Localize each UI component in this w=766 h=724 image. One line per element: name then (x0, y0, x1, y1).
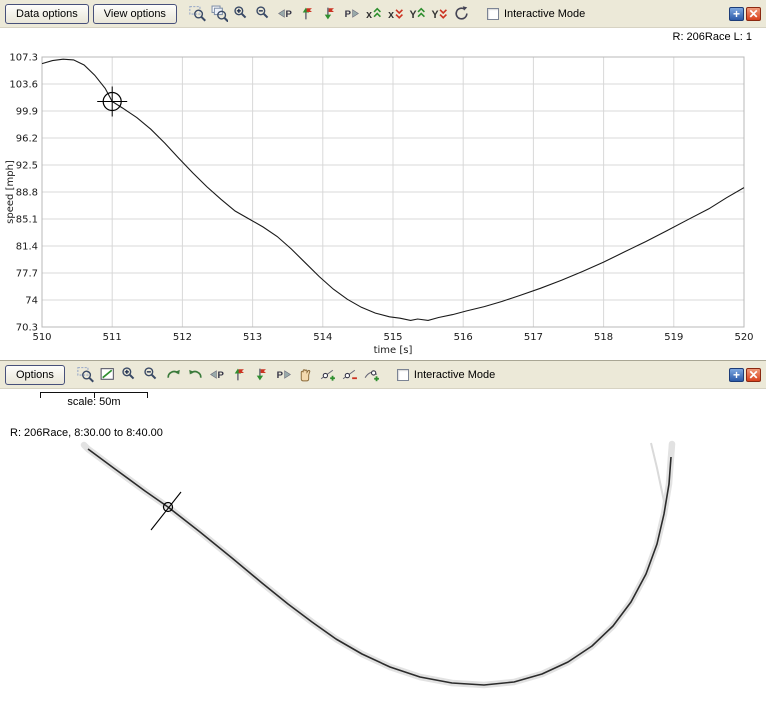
svg-text:512: 512 (173, 332, 192, 343)
svg-text:81.4: 81.4 (16, 242, 38, 253)
svg-text:511: 511 (103, 332, 122, 343)
close-button[interactable]: ✕ (746, 368, 761, 382)
interactive-mode-checkbox[interactable] (397, 369, 409, 381)
interactive-mode-label: Interactive Mode (504, 8, 585, 20)
svg-text:514: 514 (313, 332, 332, 343)
reset-rotate-icon[interactable] (452, 4, 471, 23)
select-area-icon[interactable] (98, 365, 117, 384)
window-controls: + ✕ (729, 7, 761, 21)
marker-start-icon[interactable] (230, 365, 249, 384)
svg-text:P: P (217, 370, 224, 381)
svg-text:time [s]: time [s] (374, 345, 413, 356)
y-axis-shrink-icon[interactable]: Y (430, 4, 449, 23)
interactive-mode-group: Interactive Mode (397, 369, 495, 381)
marker-start-icon[interactable] (298, 4, 317, 23)
x-axis-expand-icon[interactable]: x (364, 4, 383, 23)
svg-text:Y: Y (431, 9, 438, 21)
svg-text:88.8: 88.8 (16, 188, 38, 199)
svg-text:99.9: 99.9 (16, 107, 38, 118)
svg-text:x: x (388, 9, 394, 21)
map-toolbar-icons: PP (76, 365, 381, 384)
close-button[interactable]: ✕ (746, 7, 761, 21)
svg-text:515: 515 (383, 332, 402, 343)
zoom-in-icon[interactable] (120, 365, 139, 384)
zoom-out-icon[interactable] (254, 4, 273, 23)
svg-text:74: 74 (25, 296, 38, 307)
goto-next-lap-icon[interactable]: P (342, 4, 361, 23)
chart-toolbar-icons: P Px x Y Y (188, 4, 471, 23)
view-options-button[interactable]: View options (93, 4, 177, 24)
goto-next-lap-icon[interactable]: P (274, 365, 293, 384)
zoom-out-icon[interactable] (142, 365, 161, 384)
svg-text:Y: Y (409, 9, 416, 21)
interactive-mode-group: Interactive Mode (487, 8, 585, 20)
goto-previous-lap-icon[interactable]: P (208, 365, 227, 384)
add-node-icon[interactable] (318, 365, 337, 384)
zoom-region-icon[interactable] (188, 4, 207, 23)
svg-text:96.2: 96.2 (16, 134, 38, 145)
window-controls: + ✕ (729, 368, 761, 382)
interactive-mode-label: Interactive Mode (414, 369, 495, 381)
svg-text:107.3: 107.3 (9, 53, 38, 64)
chart-panel: Data options View options P Px x Y Y Interac… (0, 0, 766, 360)
y-axis-expand-icon[interactable]: Y (408, 4, 427, 23)
zoom-in-icon[interactable] (232, 4, 251, 23)
chart-toolbar: Data options View options P Px x Y Y Interac… (0, 0, 766, 28)
svg-text:103.6: 103.6 (9, 80, 38, 91)
interactive-mode-checkbox[interactable] (487, 8, 499, 20)
svg-text:519: 519 (664, 332, 683, 343)
svg-text:92.5: 92.5 (16, 161, 38, 172)
svg-text:77.7: 77.7 (16, 269, 38, 280)
svg-text:P: P (277, 370, 284, 381)
svg-text:P: P (285, 9, 292, 20)
rotate-cw-icon[interactable] (164, 365, 183, 384)
svg-text:518: 518 (594, 332, 613, 343)
remove-node-icon[interactable] (340, 365, 359, 384)
svg-text:x: x (366, 9, 372, 21)
dock-button[interactable]: + (729, 7, 744, 21)
data-options-button[interactable]: Data options (5, 4, 89, 24)
scale-bar: scale: 50m (40, 392, 148, 408)
marker-end-icon[interactable] (320, 4, 339, 23)
run-lap-info-label: R: 206Race L: 1 (673, 31, 753, 43)
dock-button[interactable]: + (729, 368, 744, 382)
marker-end-icon[interactable] (252, 365, 271, 384)
svg-text:520: 520 (734, 332, 753, 343)
run-range-info-label: R: 206Race, 8:30.00 to 8:40.00 (10, 427, 163, 439)
zoom-window-icon[interactable] (210, 4, 229, 23)
map-panel: Options PP Interactive Mode + ✕ scale: 5… (0, 360, 766, 723)
add-node-alt-icon[interactable] (362, 365, 381, 384)
zoom-region-icon[interactable] (76, 365, 95, 384)
svg-text:P: P (345, 9, 352, 20)
svg-text:513: 513 (243, 332, 262, 343)
x-axis-shrink-icon[interactable]: x (386, 4, 405, 23)
scale-bar-line (40, 392, 148, 398)
svg-text:517: 517 (524, 332, 543, 343)
speed-time-chart[interactable]: 70.37477.781.485.188.892.596.299.9103.61… (0, 0, 766, 360)
svg-text:510: 510 (32, 332, 51, 343)
pan-hand-icon[interactable] (296, 365, 315, 384)
options-button[interactable]: Options (5, 365, 65, 385)
map-toolbar: Options PP Interactive Mode + ✕ (0, 361, 766, 389)
goto-previous-lap-icon[interactable]: P (276, 4, 295, 23)
svg-text:516: 516 (454, 332, 473, 343)
svg-text:85.1: 85.1 (16, 215, 38, 226)
svg-text:speed [mph]: speed [mph] (5, 160, 16, 224)
track-map[interactable] (0, 361, 766, 724)
rotate-ccw-icon[interactable] (186, 365, 205, 384)
